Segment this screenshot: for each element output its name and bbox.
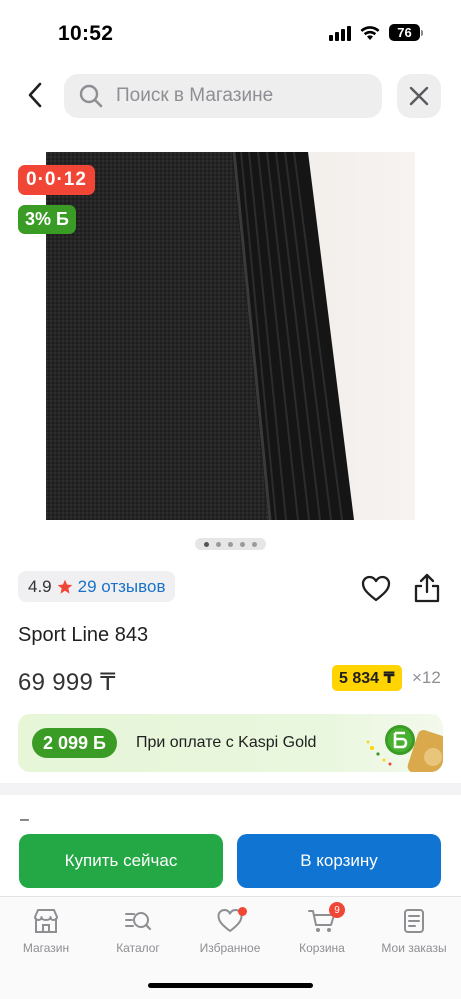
- back-button[interactable]: [18, 78, 52, 112]
- home-indicator: [148, 983, 313, 988]
- tab-cart[interactable]: 9 Корзина: [276, 902, 368, 955]
- tab-my-orders[interactable]: Мои заказы: [368, 907, 460, 955]
- pagination-dot: [228, 541, 233, 547]
- tab-store[interactable]: Магазин: [0, 907, 92, 955]
- heart-icon: [361, 575, 391, 602]
- wifi-icon: [360, 25, 380, 40]
- pagination-dot: [252, 541, 257, 547]
- pagination-dot-active: [204, 541, 209, 547]
- favorite-button[interactable]: [361, 575, 391, 603]
- kaspi-gold-card-icon: [366, 725, 443, 772]
- orders-icon: [404, 909, 424, 933]
- catalog-search-icon: [125, 912, 152, 931]
- battery-level: 76: [389, 24, 420, 41]
- chevron-left-icon: [28, 82, 42, 108]
- treadmill-photo: [46, 152, 415, 520]
- rating-chip[interactable]: 4.9 29 отзывов: [18, 571, 176, 602]
- status-bar: 10:52 76: [0, 0, 461, 62]
- favorites-notification-dot: [238, 907, 247, 916]
- cellular-signal-icon: [329, 25, 351, 41]
- tab-label: Избранное: [199, 941, 261, 955]
- tab-label: Магазин: [22, 941, 70, 955]
- status-time: 10:52: [58, 22, 114, 45]
- close-icon: [409, 86, 429, 106]
- bonus-percent-badge: 3% Б: [18, 205, 76, 234]
- rating-value: 4.9: [28, 576, 52, 596]
- installment-months: ×12: [412, 668, 441, 687]
- product-title: Sport Line 843: [18, 624, 149, 646]
- section-placeholder-dash: –: [20, 811, 29, 828]
- search-input[interactable]: [116, 85, 366, 107]
- buy-now-button[interactable]: Купить сейчас: [19, 834, 223, 888]
- reviews-link[interactable]: 29 отзывов: [78, 577, 166, 597]
- star-icon: [57, 579, 72, 594]
- tab-label: Корзина: [299, 941, 345, 955]
- tab-label: Каталог: [116, 941, 160, 955]
- share-button[interactable]: [413, 573, 441, 603]
- add-to-cart-button[interactable]: В корзину: [237, 834, 441, 888]
- search-icon: [79, 84, 103, 108]
- share-icon: [414, 573, 440, 603]
- pagination-dot: [240, 541, 245, 547]
- pagination-dot: [216, 541, 221, 547]
- cart-count-badge: 9: [329, 902, 345, 918]
- status-icons: 76: [329, 24, 423, 41]
- product-price: 69 999 ₸: [18, 669, 116, 696]
- close-button[interactable]: [397, 74, 441, 118]
- store-icon: [34, 909, 58, 933]
- tab-favorites[interactable]: Избранное: [184, 907, 276, 955]
- section-divider: [0, 783, 461, 795]
- tab-catalog[interactable]: Каталог: [92, 907, 184, 955]
- image-pagination[interactable]: [195, 538, 266, 550]
- tab-label: Мои заказы: [381, 941, 447, 955]
- battery-icon: 76: [389, 24, 423, 41]
- installment-promo-badge: 0·0·12: [18, 165, 95, 195]
- search-box[interactable]: [64, 74, 382, 118]
- gold-bonus-badge: 2 099 Б: [32, 728, 117, 758]
- product-image[interactable]: [46, 152, 415, 520]
- gold-banner-text: При оплате с Kaspi Gold: [136, 734, 317, 751]
- kaspi-gold-banner[interactable]: 2 099 Б При оплате с Kaspi Gold: [18, 714, 443, 772]
- installment-amount-badge: 5 834 ₸: [332, 665, 402, 691]
